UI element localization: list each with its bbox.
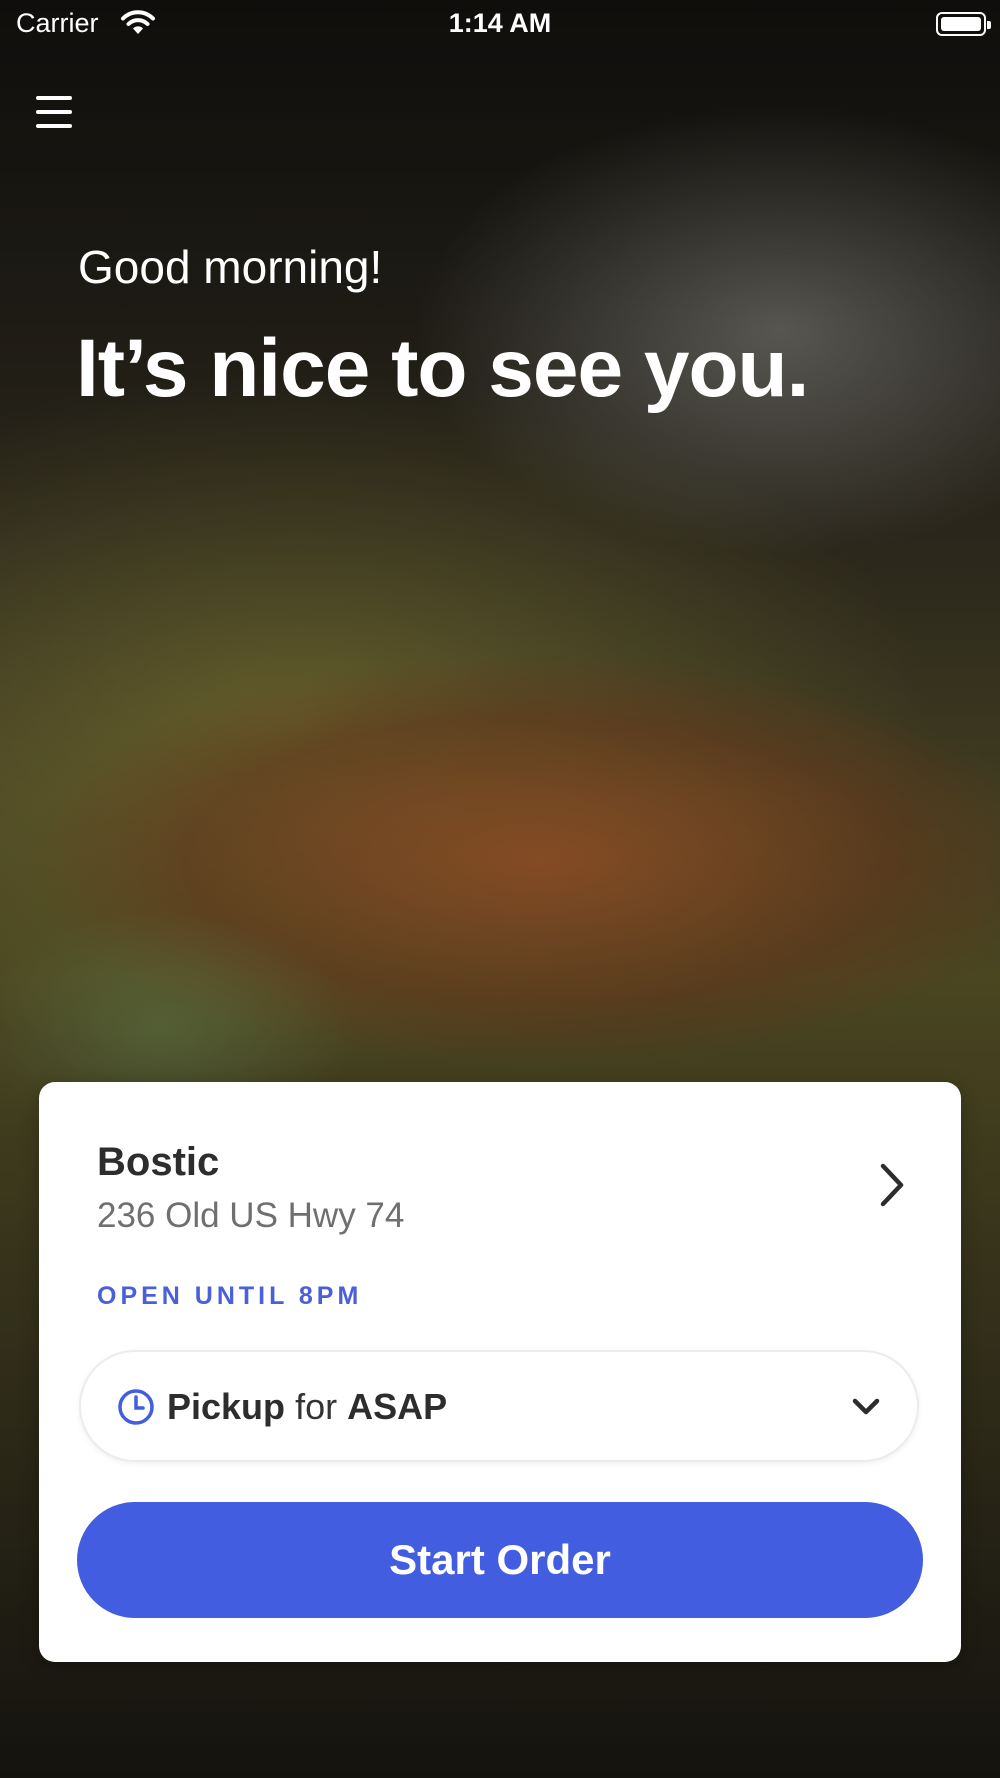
order-time: ASAP [347, 1386, 448, 1427]
store-address: 236 Old US Hwy 74 [97, 1196, 405, 1235]
order-type-text: Pickup for ASAP [167, 1386, 447, 1428]
chevron-down-icon [852, 1398, 880, 1415]
chevron-right-icon[interactable] [871, 1160, 911, 1210]
start-order-button[interactable]: Start Order [77, 1502, 923, 1618]
status-bar: Carrier 1:14 AM [0, 0, 1000, 50]
hours-status-label: OPEN UNTIL 8PM [97, 1282, 363, 1310]
clock-time: 1:14 AM [448, 8, 552, 38]
order-mode: Pickup [167, 1386, 286, 1427]
store-name: Bostic [97, 1140, 220, 1184]
greeting-text: Good morning! [78, 241, 383, 293]
battery-icon [936, 12, 991, 36]
location-card: Bostic 236 Old US Hwy 74 OPEN UNTIL 8PM … [39, 1082, 961, 1662]
order-type-selector[interactable]: Pickup for ASAP [79, 1350, 919, 1462]
welcome-headline: It’s nice to see you. [76, 323, 809, 414]
clock-icon [118, 1389, 154, 1425]
hamburger-menu-icon[interactable] [34, 92, 78, 132]
order-connector: for [295, 1386, 338, 1427]
